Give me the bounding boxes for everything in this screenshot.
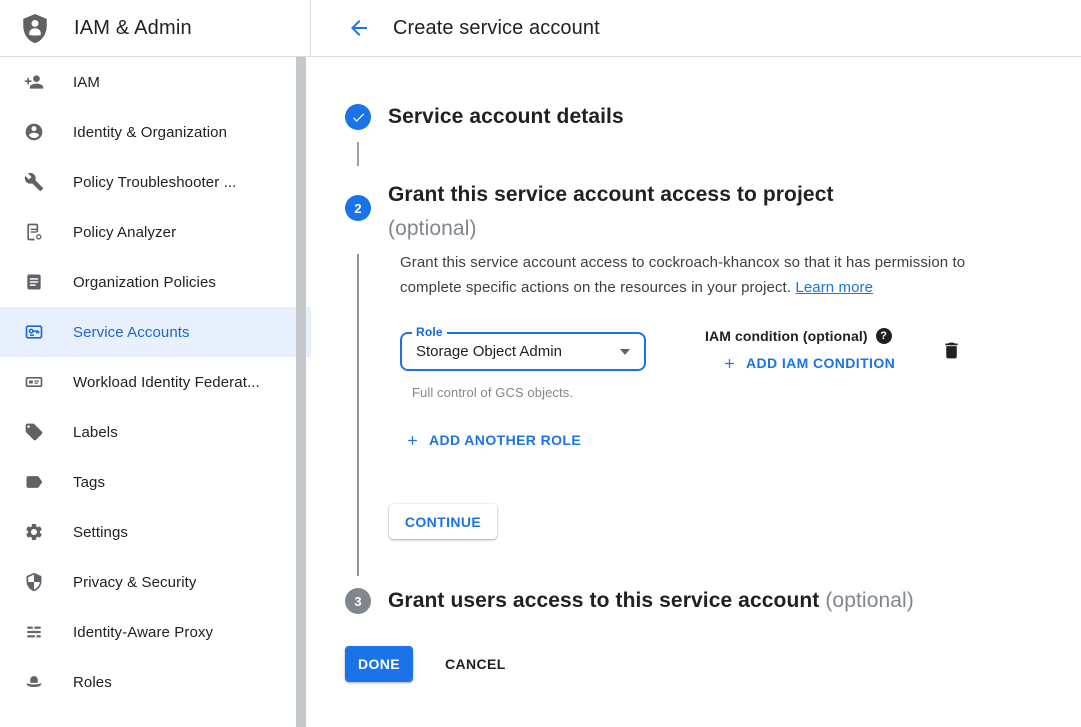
step-1-complete-check-icon (345, 104, 371, 130)
sidebar-item-tags[interactable]: Tags (0, 457, 311, 507)
sidebar-item-label: Settings (73, 524, 128, 541)
hat-icon (24, 672, 44, 692)
sidebar-item-label: Roles (73, 674, 112, 691)
back-arrow-icon[interactable] (347, 16, 371, 40)
sidebar-item-settings[interactable]: Settings (0, 507, 311, 557)
page-header: Create service account (311, 0, 1081, 56)
role-field-label: Role (412, 325, 447, 339)
step-2-badge: 2 (345, 195, 371, 221)
account-circle-icon (24, 122, 44, 142)
done-button[interactable]: DONE (345, 646, 413, 682)
sidebar-item-label: Tags (73, 474, 105, 491)
sidebar-item-label: Organization Policies (73, 274, 216, 291)
sidebar-item-policy-troubleshooter[interactable]: Policy Troubleshooter ... (0, 157, 311, 207)
role-field-column: Role Storage Object Admin Full control o… (400, 332, 646, 400)
sidebar-item-label: Labels (73, 424, 118, 441)
delete-role-button[interactable] (941, 340, 962, 364)
chevron-down-icon (620, 349, 630, 355)
document-list-icon (24, 272, 44, 292)
cancel-button[interactable]: CANCEL (445, 656, 506, 672)
top-bar: IAM & Admin Create service account (0, 0, 1081, 57)
sidebar-item-label: IAM (73, 74, 100, 91)
tag-arrow-icon (24, 472, 44, 492)
sidebar-item-identity-organization[interactable]: Identity & Organization (0, 107, 311, 157)
sidebar-item-iam[interactable]: IAM (0, 57, 311, 107)
policy-analyzer-icon (24, 222, 44, 242)
iam-condition-label: IAM condition (optional) (705, 328, 868, 344)
plus-icon (722, 356, 737, 371)
sidebar-item-label: Policy Troubleshooter ... (73, 174, 236, 191)
sidebar-item-policy-analyzer[interactable]: Policy Analyzer (0, 207, 311, 257)
sidebar-item-label: Policy Analyzer (73, 224, 176, 241)
sidebar-item-roles[interactable]: Roles (0, 657, 311, 707)
sidebar-item-label: Identity & Organization (73, 124, 227, 141)
page-title: Create service account (393, 17, 600, 40)
step-1-service-account-details: Service account details (345, 100, 1081, 134)
price-tag-icon (24, 422, 44, 442)
continue-button[interactable]: CONTINUE (389, 504, 497, 539)
service-account-key-icon (24, 322, 44, 342)
step-2-body: Grant this service account access to coc… (400, 250, 1081, 539)
add-another-role-button[interactable]: ADD ANOTHER ROLE (405, 432, 581, 448)
sidebar-scrollbar[interactable] (296, 57, 306, 727)
step-1-title: Service account details (388, 100, 624, 134)
step-2-description: Grant this service account access to coc… (400, 250, 985, 300)
proxy-stripes-icon (24, 622, 44, 642)
learn-more-link[interactable]: Learn more (795, 279, 873, 296)
id-card-icon (24, 372, 44, 392)
role-selected-value: Storage Object Admin (416, 343, 562, 360)
trash-icon (941, 340, 962, 361)
sidebar-item-organization-policies[interactable]: Organization Policies (0, 257, 311, 307)
add-iam-condition-button[interactable]: ADD IAM CONDITION (722, 355, 895, 371)
sidebar-item-label: Service Accounts (73, 324, 190, 341)
sidebar-header: IAM & Admin (0, 0, 311, 56)
step-3-title: Grant users access to this service accou… (388, 584, 914, 618)
step-2-optional-label: (optional) (388, 212, 834, 246)
help-icon[interactable] (876, 328, 892, 344)
iam-admin-app: IAM & Admin Create service account IAM I… (0, 0, 1081, 727)
wrench-icon (24, 172, 44, 192)
sidebar-item-label: Workload Identity Federat... (73, 374, 260, 391)
sidebar-item-label: Identity-Aware Proxy (73, 624, 213, 641)
stepper-connector (357, 142, 359, 166)
sidebar-item-identity-aware-proxy[interactable]: Identity-Aware Proxy (0, 607, 311, 657)
form-actions: DONE CANCEL (345, 646, 1081, 682)
shield-half-icon (24, 572, 44, 592)
app-title: IAM & Admin (74, 17, 192, 40)
sidebar-item-labels[interactable]: Labels (0, 407, 311, 457)
sidebar-nav: IAM Identity & Organization Policy Troub… (0, 57, 311, 727)
step-2-grant-access: 2 Grant this service account access to p… (345, 178, 1081, 246)
step-2-title: Grant this service account access to pro… (388, 178, 834, 212)
step-3-badge: 3 (345, 588, 371, 614)
sidebar-item-workload-identity-federation[interactable]: Workload Identity Federat... (0, 357, 311, 407)
iam-shield-icon (18, 8, 52, 48)
iam-condition-column: IAM condition (optional) ADD IAM CONDITI… (705, 328, 895, 371)
gear-icon (24, 522, 44, 542)
plus-icon (405, 433, 420, 448)
role-helper-text: Full control of GCS objects. (412, 385, 646, 400)
sidebar-item-privacy-security[interactable]: Privacy & Security (0, 557, 311, 607)
sidebar-item-service-accounts[interactable]: Service Accounts (0, 307, 311, 357)
person-add-icon (24, 72, 44, 92)
step-3-optional-label: (optional) (825, 589, 914, 612)
create-service-account-form: Service account details 2 Grant this ser… (311, 57, 1081, 727)
sidebar-item-label: Privacy & Security (73, 574, 197, 591)
step-3-grant-users-access: 3 Grant users access to this service acc… (345, 584, 1081, 618)
role-select[interactable]: Role Storage Object Admin (400, 332, 646, 371)
